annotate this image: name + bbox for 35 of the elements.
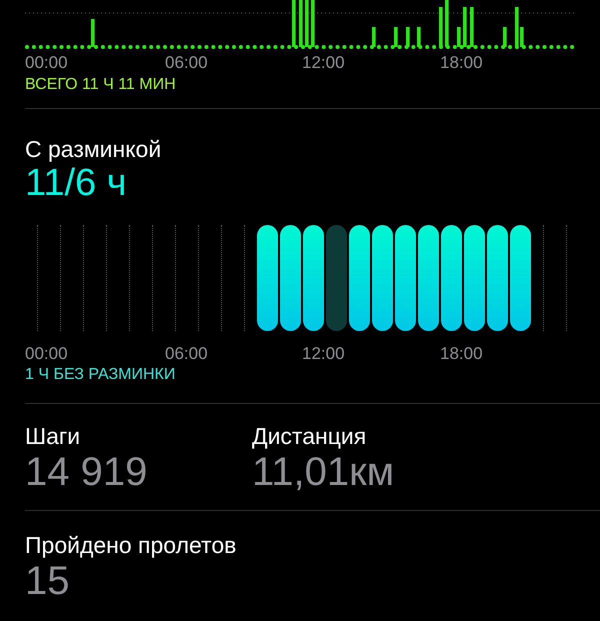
time-label: 00:00 <box>25 52 68 74</box>
activity-bar <box>445 0 448 47</box>
activity-bar <box>394 27 398 47</box>
activity-bar <box>311 0 314 47</box>
activity-bar <box>417 27 420 47</box>
time-label: 12:00 <box>302 52 345 74</box>
activity-bar <box>503 27 506 47</box>
activity-bar <box>292 0 296 47</box>
activity-bar <box>520 27 524 47</box>
steps-value: 14 919 <box>25 450 148 494</box>
distance-value: 11,01км <box>252 450 394 494</box>
activity-bar <box>463 7 466 47</box>
time-label: 12:00 <box>302 343 345 365</box>
activity-bar <box>305 0 308 47</box>
time-label: 06:00 <box>165 52 208 74</box>
activity-bar <box>439 7 442 47</box>
time-label: 18:00 <box>440 343 483 365</box>
steps-label: Шаги <box>25 422 82 450</box>
activity-bar <box>299 0 302 47</box>
activity-bar <box>91 19 94 47</box>
flights-value: 15 <box>25 559 70 603</box>
stand-summary: 1 Ч БЕЗ РАЗМИНКИ <box>25 365 176 385</box>
stand-title: С разминкой <box>25 135 162 163</box>
activity-bar <box>457 27 460 47</box>
time-label: 00:00 <box>25 343 68 365</box>
activity-bar <box>406 27 410 47</box>
distance-label: Дистанция <box>252 422 368 450</box>
activity-bar <box>372 27 376 47</box>
flights-label: Пройдено пролетов <box>25 531 238 559</box>
activity-total: ВСЕГО 11 Ч 11 МИН <box>25 76 177 94</box>
activity-bar <box>470 7 474 47</box>
stand-value: 11/6 ч <box>25 163 128 203</box>
time-label: 06:00 <box>165 343 208 365</box>
time-label: 18:00 <box>440 52 483 74</box>
activity-bar <box>515 7 518 47</box>
